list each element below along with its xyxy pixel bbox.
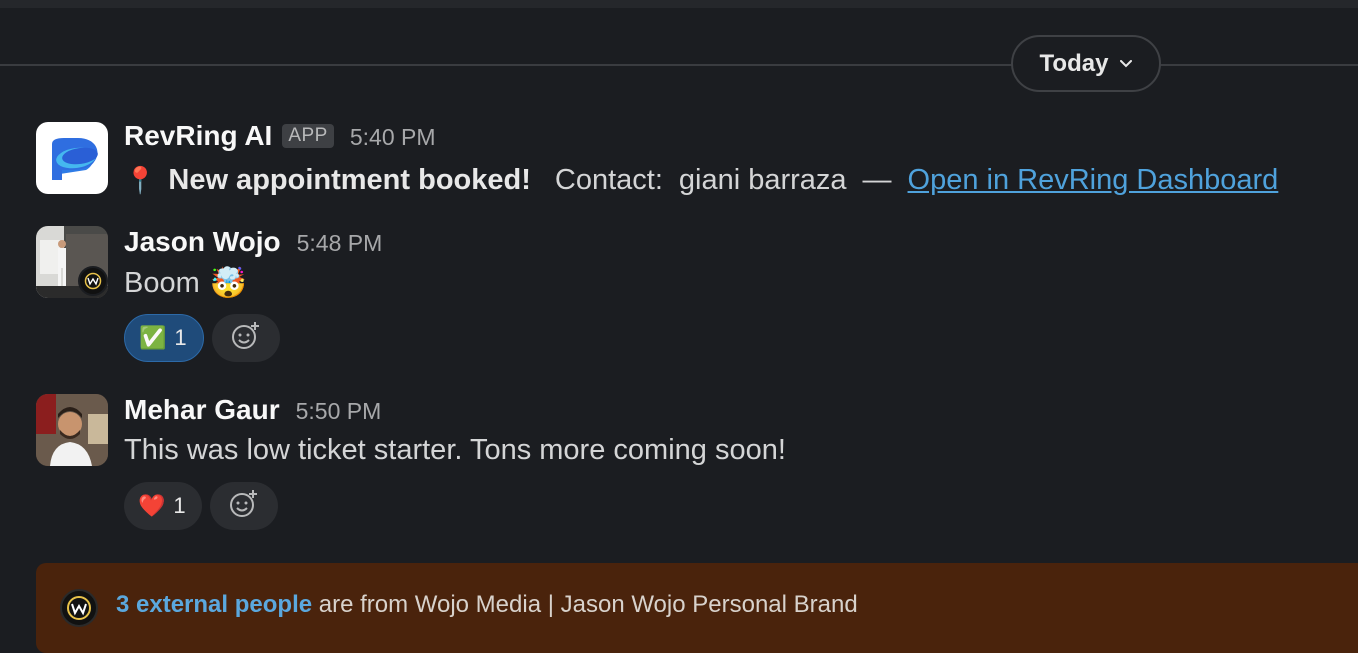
message-time[interactable]: 5:50 PM <box>296 398 382 425</box>
sender-name[interactable]: Mehar Gaur <box>124 394 280 426</box>
add-emoji-icon <box>230 320 262 357</box>
reaction-heart[interactable]: ❤️ 1 <box>124 482 202 530</box>
dashboard-link[interactable]: Open in RevRing Dashboard <box>908 164 1279 197</box>
contact-label: Contact: <box>554 164 663 196</box>
chevron-down-icon <box>1120 59 1133 68</box>
contact-name: giani barraza <box>678 164 847 196</box>
reaction-count: 1 <box>174 325 187 350</box>
banner-text: 3 external people are from Wojo Media | … <box>116 591 858 619</box>
reaction-count: 1 <box>173 493 186 518</box>
heart-emoji: ❤️ <box>138 493 166 518</box>
mehar-avatar[interactable] <box>36 394 108 466</box>
exploding-head-emoji: 🤯 <box>209 267 248 300</box>
top-bar <box>0 0 1358 8</box>
reaction-check[interactable]: ✅ 1 <box>124 314 204 362</box>
wojo-media-logo-icon <box>60 589 98 627</box>
wojo-media-badge-icon <box>78 266 108 296</box>
sender-name[interactable]: RevRing AI <box>124 120 272 152</box>
message-time[interactable]: 5:48 PM <box>297 230 383 257</box>
banner-rest-text: are from Wojo Media | Jason Wojo Persona… <box>312 591 858 618</box>
date-divider-button[interactable]: Today <box>1011 35 1161 92</box>
add-reaction-button[interactable] <box>209 482 278 530</box>
add-reaction-button[interactable] <box>211 314 280 362</box>
appointment-headline: New appointment booked! <box>168 164 531 196</box>
add-emoji-icon <box>228 488 260 525</box>
pin-icon: 📍 <box>124 165 157 195</box>
dash-separator: — <box>862 164 892 196</box>
external-people-link[interactable]: 3 external people <box>116 591 312 618</box>
message-time[interactable]: 5:40 PM <box>350 124 436 151</box>
message-text: Boom <box>124 267 200 299</box>
message-text: This was low ticket starter. Tons more c… <box>124 434 786 466</box>
revring-logo-avatar[interactable] <box>36 122 108 194</box>
date-divider-label: Today <box>1039 49 1109 77</box>
external-people-banner: 3 external people are from Wojo Media | … <box>36 563 1358 653</box>
jason-avatar[interactable] <box>36 226 108 298</box>
check-mark-emoji: ✅ <box>139 325 167 350</box>
sender-name[interactable]: Jason Wojo <box>124 226 281 258</box>
app-badge: APP <box>282 124 334 148</box>
